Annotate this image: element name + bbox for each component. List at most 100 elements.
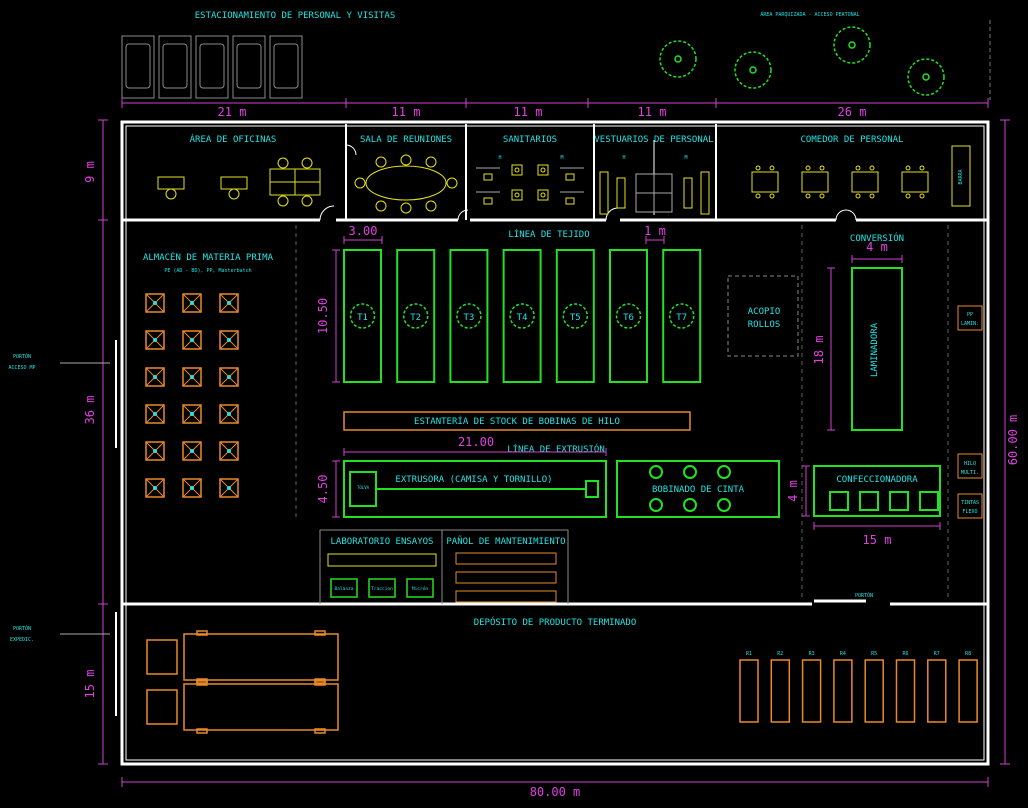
loom: T5 — [555, 249, 595, 383]
maintenance-shelves — [455, 552, 557, 603]
roll-storage-sub: ROLLOS — [748, 320, 781, 330]
locker-room-label: VESTUARIOS DE PERSONAL — [594, 135, 713, 145]
extruder-label: EXTRUSORA (CAMISA Y TORNILLO) — [395, 475, 552, 485]
confection-machine — [813, 465, 941, 517]
rack-label: R2 — [777, 651, 783, 657]
dining-tables — [751, 145, 971, 207]
confection-label: CONFECCIONADORA — [836, 475, 918, 485]
loom-label: T1 — [357, 313, 368, 323]
rack-label: R5 — [871, 651, 877, 657]
pallet — [182, 330, 202, 350]
pallet — [219, 330, 239, 350]
dim-3m: 3.00 — [349, 224, 378, 238]
dim-15m-horizontal: 15 m — [863, 533, 892, 547]
inner-gate-label: PORTÓN — [855, 592, 873, 599]
looms: T1 T2 T3 T4 T5 T6 T7 — [343, 249, 702, 383]
offices-label: ÁREA DE OFICINAS — [190, 133, 277, 145]
loom: T3 — [449, 249, 489, 383]
dim-10-50: 10.50 — [316, 298, 330, 334]
pallet — [145, 441, 165, 461]
trees — [659, 26, 945, 96]
dim-9m: 9 m — [83, 161, 97, 183]
loom-label: T3 — [463, 313, 474, 323]
dim-15m-vertical: 15 m — [83, 670, 97, 699]
dim-11m-a: 11 m — [392, 105, 421, 119]
parking-spaces — [121, 35, 303, 99]
pallet — [182, 293, 202, 313]
toilets-men-label: H — [498, 155, 501, 161]
office-desks — [157, 157, 321, 207]
rack: R6 — [895, 651, 916, 723]
dim-36m: 36 m — [83, 396, 97, 425]
raw-store-sub: PE (AD - BD), PP, Masterbatch — [164, 268, 251, 274]
pallet — [219, 293, 239, 313]
loom-label: T2 — [410, 313, 421, 323]
rack-label: R4 — [840, 651, 846, 657]
pallet — [219, 441, 239, 461]
loom-label: T4 — [517, 313, 528, 323]
locker-men-label: H — [622, 155, 625, 161]
pallet — [182, 441, 202, 461]
extrusion-line-label: LÍNEA DE EXTRUSIÓN — [507, 443, 605, 455]
pallet — [145, 478, 165, 498]
dim-11m-b: 11 m — [514, 105, 543, 119]
locker-women-label: M — [684, 155, 687, 161]
rack: R3 — [801, 651, 822, 723]
dim-1m: 1 m — [644, 224, 666, 238]
finished-goods-racks: R1 R2 R3 R4 R5 R6 R7 R8 — [739, 651, 978, 723]
extruder — [343, 460, 607, 518]
dim-26m: 26 m — [838, 105, 867, 119]
dim-60m: 60.00 m — [1006, 415, 1020, 466]
dim-4m-confection: 4 m — [786, 480, 800, 502]
tape-winder-label: BOBINADO DE CINTA — [652, 485, 745, 495]
lab-eq-balance: Balanza — [335, 586, 354, 592]
rack: R8 — [958, 651, 978, 723]
rack: R2 — [770, 651, 791, 723]
parking-label: ESTACIONAMIENTO DE PERSONAL Y VISITAS — [195, 11, 395, 21]
trucks — [146, 630, 339, 734]
laminator-label: LAMINADORA — [870, 322, 880, 377]
loom: T7 — [662, 249, 702, 383]
dim-4-50: 4.50 — [316, 475, 330, 504]
rack: R4 — [833, 651, 853, 723]
pallet — [145, 404, 165, 424]
weaving-line-label: LÍNEA DE TEJIDO — [508, 228, 589, 240]
raw-material-pallets — [145, 293, 239, 498]
pallet — [219, 404, 239, 424]
maintenance-label: PAÑOL DE MANTENIMIENTO — [446, 536, 565, 547]
loom: T1 — [343, 249, 382, 383]
rack-label: R7 — [934, 651, 940, 657]
dim-18m: 18 m — [812, 336, 826, 365]
pallet — [145, 367, 165, 387]
lab-eq-traction: Traccion — [371, 586, 393, 592]
pallet — [219, 367, 239, 387]
dim-80m: 80.00 m — [530, 785, 581, 799]
rack-label: R8 — [965, 651, 971, 657]
dining-label: COMEDOR DE PERSONAL — [801, 135, 904, 145]
pp-lamin-label: PP — [967, 312, 973, 318]
pallet — [145, 293, 165, 313]
meeting-table — [354, 154, 458, 214]
loom-label: T6 — [623, 313, 634, 323]
shower-stalls — [635, 173, 673, 213]
roll-storage-label: ACOPIO — [748, 307, 781, 317]
pallet — [182, 367, 202, 387]
toilet-fixtures — [483, 164, 575, 205]
hopper-label: TOLVA — [357, 485, 370, 490]
meeting-room-label: SALA DE REUNIONES — [360, 135, 452, 145]
gate-exp-label: PORTÓN — [13, 625, 31, 632]
loom-label: T5 — [570, 313, 581, 323]
pallet — [219, 478, 239, 498]
gate-mp-label: PORTÓN — [13, 353, 31, 360]
flexo-ink-sub: FLEXO — [962, 509, 977, 515]
rack: R7 — [927, 651, 947, 723]
toilets-women-label: M — [560, 155, 563, 161]
lab-label: LABORATORIO ENSAYOS — [331, 537, 434, 547]
loom-label: T7 — [676, 313, 687, 323]
pallet — [182, 478, 202, 498]
gate-exp-sub: EXPEDIC. — [10, 637, 34, 643]
gate-mp-sub: ACCESO MP — [8, 365, 35, 371]
building-walls — [115, 120, 990, 766]
bar-label: BARRA — [958, 169, 964, 184]
dim-21-00: 21.00 — [458, 435, 494, 449]
